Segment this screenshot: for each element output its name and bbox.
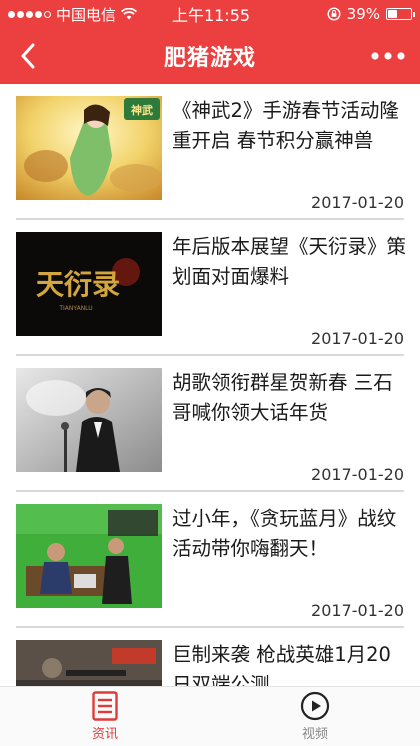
- tab-news-label: 资讯: [91, 727, 118, 742]
- status-right: 39%: [292, 5, 415, 23]
- tab-video-label: 视频: [301, 727, 328, 742]
- rotation-lock-icon: [327, 7, 341, 21]
- article-item[interactable]: 天衍录 TIANYANLU 年后版本展望《天衍录》策划面对面爆料 2017-01…: [16, 220, 406, 356]
- article-thumbnail: 天衍录 TIANYANLU: [16, 232, 162, 336]
- status-time: 上午11:55: [171, 6, 251, 25]
- lanyue-thumbnail-image: [16, 504, 162, 608]
- tianyanlu-thumbnail-image: 天衍录 TIANYANLU: [16, 232, 162, 336]
- shenwu-thumbnail-image: 神武: [16, 96, 162, 200]
- article-title[interactable]: 巨制来袭 枪战英雄1月20日双端公测: [172, 640, 406, 686]
- page-title: 肥猪游戏: [163, 46, 256, 71]
- play-circle-icon: [300, 691, 330, 721]
- article-item[interactable]: 过小年，《贪玩蓝月》战纹活动带你嗨翻天！ 2017-01-20: [16, 492, 404, 628]
- article-thumbnail: [16, 368, 162, 472]
- signal-strength-icon: [8, 10, 51, 18]
- carrier-name: 中国电信: [56, 5, 117, 24]
- battery-fill: [388, 10, 397, 18]
- tab-video[interactable]: 视频: [210, 687, 420, 746]
- article-date: 2017-01-20: [311, 465, 404, 484]
- article-item[interactable]: 胡歌领衔群星贺新春 三石哥喊你领大话年货 2017-01-20: [16, 356, 404, 492]
- article-title[interactable]: 年后版本展望《天衍录》策划面对面爆料: [172, 232, 406, 292]
- celebrity-thumbnail-image: [16, 368, 162, 472]
- article-list[interactable]: 神武 《神武2》手游春节活动隆重开启 春节积分赢神兽 2017-01-20 天衍…: [0, 84, 420, 686]
- battery-percent: 39%: [346, 5, 380, 23]
- chevron-left-icon: [21, 43, 35, 69]
- article-item[interactable]: 巨制来袭 枪战英雄1月20日双端公测: [16, 628, 404, 686]
- article-thumbnail: [16, 640, 162, 686]
- article-date: 2017-01-20: [311, 329, 404, 348]
- more-button[interactable]: [364, 36, 412, 76]
- article-item[interactable]: 神武 《神武2》手游春节活动隆重开启 春节积分赢神兽 2017-01-20: [16, 84, 404, 220]
- more-dots-icon: [371, 52, 405, 60]
- bottom-tab-bar: 资讯 视频: [0, 686, 420, 746]
- battery-icon: [386, 8, 415, 20]
- article-date: 2017-01-20: [311, 193, 404, 212]
- tianyanlu-logo-text: 天衍录: [36, 268, 120, 301]
- qiangzhan-thumbnail-image: [16, 640, 162, 686]
- tianyanlu-logo-subtext: TIANYANLU: [58, 305, 92, 312]
- article-title[interactable]: 《神武2》手游春节活动隆重开启 春节积分赢神兽: [172, 96, 406, 156]
- back-button[interactable]: [8, 36, 48, 76]
- article-title[interactable]: 过小年，《贪玩蓝月》战纹活动带你嗨翻天！: [172, 504, 406, 564]
- article-thumbnail: 神武: [16, 96, 162, 200]
- article-thumbnail: [16, 504, 162, 608]
- tab-news[interactable]: 资讯: [0, 687, 210, 746]
- svg-text:神武: 神武: [131, 103, 153, 117]
- nav-bar: 肥猪游戏: [0, 28, 420, 84]
- news-icon: [92, 691, 118, 721]
- article-date: 2017-01-20: [311, 601, 404, 620]
- status-bar: 中国电信 上午11:55 39%: [0, 0, 420, 28]
- article-title[interactable]: 胡歌领衔群星贺新春 三石哥喊你领大话年货: [172, 368, 406, 428]
